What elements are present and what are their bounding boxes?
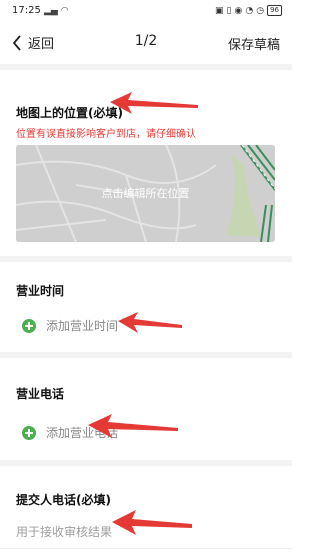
add-circle-icon	[22, 318, 36, 333]
phone-section-title: 营业电话	[16, 387, 65, 401]
section-divider	[0, 352, 292, 358]
annotation-arrow-icon	[118, 312, 182, 333]
top-navigation-bar: 返回 1/2 保存草稿	[0, 26, 292, 58]
section-divider	[0, 64, 292, 70]
location-warning: 位置有误直接影响客户到店，请仔细确认	[16, 129, 196, 140]
add-hours-label: 添加营业时间	[46, 319, 119, 333]
back-button[interactable]: 返回	[12, 33, 54, 52]
chevron-left-icon	[12, 34, 21, 51]
input-underline	[0, 548, 292, 549]
save-draft-button[interactable]: 保存草稿	[228, 34, 280, 53]
map-edit-label: 点击编辑所在位置	[101, 187, 190, 200]
section-divider	[0, 256, 292, 262]
battery-icon: 96	[267, 5, 282, 16]
add-circle-icon	[22, 425, 36, 440]
submitter-phone-title: 提交人电话(必填)	[16, 493, 111, 507]
status-time: 17:25	[12, 5, 41, 16]
add-hours-button[interactable]: 添加营业时间	[22, 317, 118, 334]
section-divider	[0, 460, 292, 466]
wifi-icon: ◔	[245, 5, 254, 16]
status-right-icons: ▣ ▯ ◉ ◔ ◷ 96	[215, 5, 282, 16]
status-bar: 17:25 ▂▄ ◠ ▣ ▯ ◉ ◔ ◷ 96	[0, 0, 292, 22]
signal-icon: ▂▄ ◠	[44, 6, 69, 16]
annotation-arrow-icon	[88, 414, 178, 438]
vibrate-icon: ▯	[226, 5, 232, 16]
location-icon: ◉	[234, 5, 243, 16]
location-section-title: 地图上的位置(必填)	[16, 106, 123, 120]
nfc-icon: ▣	[215, 5, 224, 16]
annotation-arrow-icon	[110, 92, 198, 114]
alarm-icon: ◷	[256, 5, 265, 16]
map-location-picker[interactable]: 点击编辑所在位置	[16, 145, 275, 242]
annotation-arrow-icon	[112, 510, 192, 535]
back-label: 返回	[28, 37, 55, 52]
hours-section-title: 营业时间	[16, 284, 65, 298]
